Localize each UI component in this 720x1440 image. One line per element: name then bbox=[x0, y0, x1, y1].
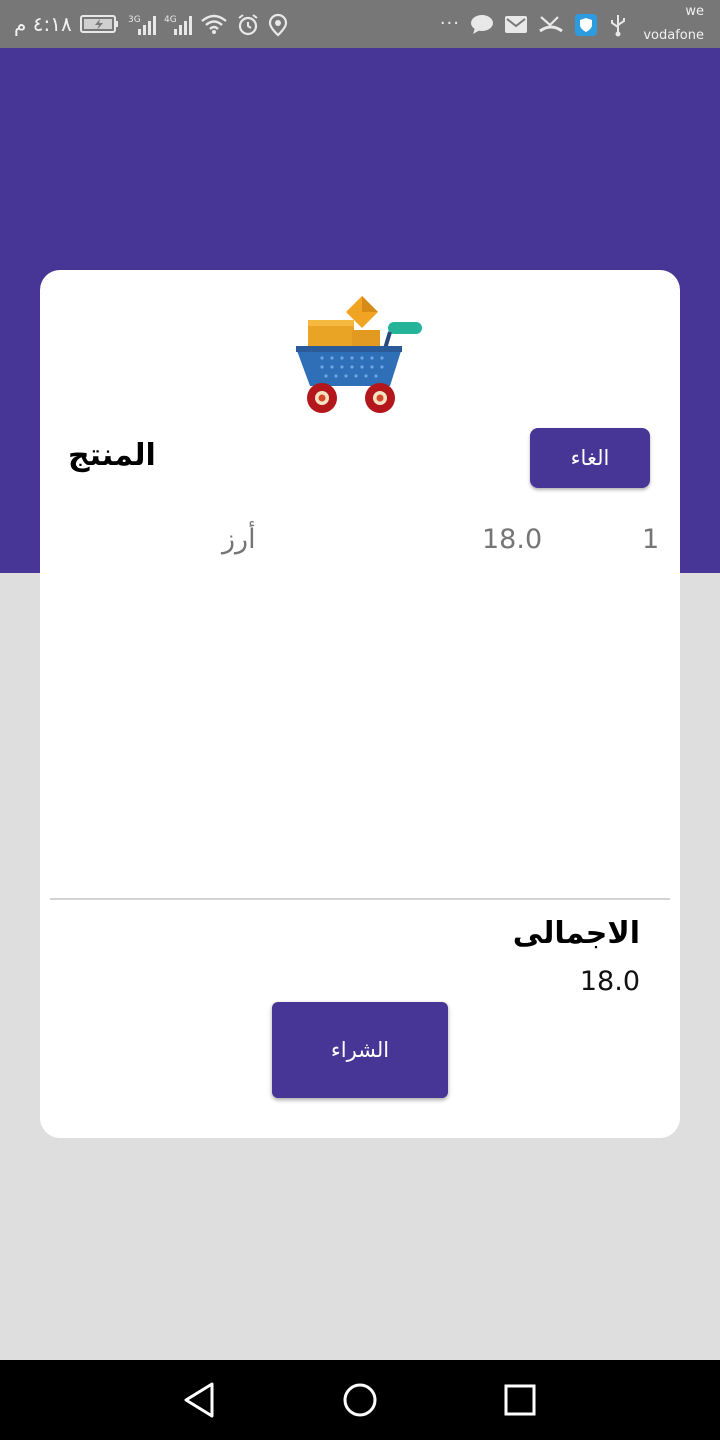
navigation-bar bbox=[0, 1360, 720, 1440]
buy-button[interactable]: الشراء bbox=[272, 1002, 448, 1098]
wifi-icon bbox=[200, 13, 228, 35]
home-icon[interactable] bbox=[340, 1380, 380, 1420]
item-name: أرز bbox=[222, 524, 256, 555]
product-heading: المنتج bbox=[68, 438, 156, 473]
alarm-icon bbox=[236, 13, 260, 36]
total-label: الاجمالى bbox=[512, 916, 640, 951]
battery-icon bbox=[79, 13, 120, 35]
svg-text:3G: 3G bbox=[128, 15, 141, 25]
cancel-button[interactable]: الغاء bbox=[530, 428, 650, 488]
signal-3g-icon: 3G bbox=[128, 13, 156, 35]
shopping-cart-icon bbox=[292, 292, 428, 416]
carrier-line-1: we bbox=[685, 4, 704, 19]
item-price: 18.0 bbox=[482, 524, 543, 555]
shield-icon bbox=[574, 13, 598, 36]
message-icon bbox=[470, 13, 494, 35]
svg-text:4G: 4G bbox=[164, 15, 177, 25]
status-bar: ٤:١٨ م 3G 4G ··· we vodafone bbox=[0, 0, 720, 48]
back-icon[interactable] bbox=[180, 1380, 220, 1420]
overflow-icon: ··· bbox=[439, 13, 460, 34]
carrier-line-2: vodafone bbox=[643, 28, 704, 43]
status-left: ٤:١٨ م 3G 4G bbox=[14, 10, 288, 38]
clock: ٤:١٨ م bbox=[14, 12, 72, 36]
signal-4g-icon: 4G bbox=[164, 13, 192, 35]
carrier-name: we vodafone bbox=[643, 4, 704, 44]
missed-call-icon bbox=[538, 13, 564, 35]
total-value: 18.0 bbox=[579, 966, 640, 997]
gmail-icon bbox=[504, 13, 528, 35]
divider bbox=[50, 898, 670, 900]
status-right: ··· bbox=[440, 6, 628, 42]
location-icon bbox=[268, 13, 288, 37]
item-quantity: 1 bbox=[642, 524, 660, 555]
usb-icon bbox=[608, 13, 628, 37]
recents-icon[interactable] bbox=[500, 1380, 540, 1420]
cart-dialog: الغاء المنتج أرز 18.0 1 الاجمالى 18.0 ال… bbox=[40, 270, 680, 1138]
